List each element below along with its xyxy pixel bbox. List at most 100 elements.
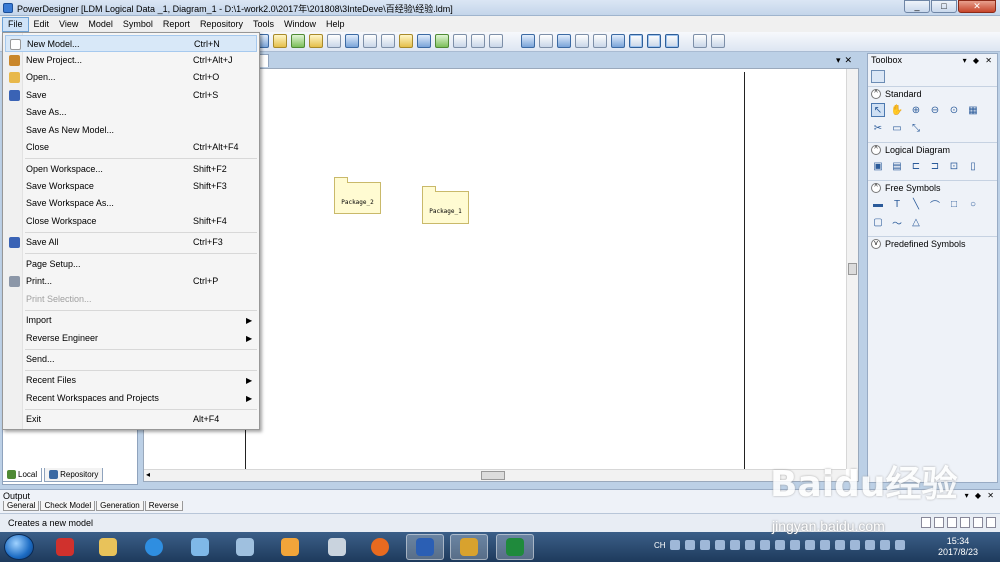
- menu-item-recent-workspaces[interactable]: Recent Workspaces and Projects ▶: [5, 390, 257, 407]
- taskbar-app[interactable]: [271, 534, 309, 560]
- menu-item-exit[interactable]: Exit Alt+F4: [5, 411, 257, 428]
- menu-item-import[interactable]: Import ▶: [5, 312, 257, 329]
- tray-icon[interactable]: [670, 540, 680, 550]
- grabber-icon[interactable]: ✋: [890, 103, 904, 117]
- tray-icon[interactable]: [820, 540, 830, 550]
- menu-item-close-workspace[interactable]: Close Workspace Shift+F4: [5, 213, 257, 230]
- menu-repository[interactable]: Repository: [195, 17, 248, 32]
- taskbar-app[interactable]: [318, 534, 356, 560]
- taskbar-app[interactable]: [181, 534, 219, 560]
- menu-item-new-model[interactable]: New Model... Ctrl+N: [5, 35, 257, 52]
- toolbar-icon[interactable]: [647, 34, 661, 48]
- menu-item-save-workspace-as[interactable]: Save Workspace As...: [5, 195, 257, 212]
- taskbar-app[interactable]: [226, 534, 264, 560]
- start-button[interactable]: [4, 534, 34, 560]
- volume-icon[interactable]: [895, 540, 905, 550]
- menu-symbol[interactable]: Symbol: [118, 17, 158, 32]
- toolbar-icon[interactable]: [593, 34, 607, 48]
- line-icon[interactable]: ╲: [909, 197, 923, 211]
- text-icon[interactable]: T: [890, 197, 904, 211]
- pencil-icon[interactable]: [399, 34, 413, 48]
- tray-icon[interactable]: [715, 540, 725, 550]
- horizontal-scrollbar[interactable]: ◂: [144, 469, 846, 481]
- menu-edit[interactable]: Edit: [29, 17, 55, 32]
- toolbar-icon[interactable]: [453, 34, 467, 48]
- language-indicator[interactable]: CH: [654, 541, 666, 550]
- toolbar-icon[interactable]: [273, 34, 287, 48]
- toolbar-icon[interactable]: [629, 34, 643, 48]
- ime-icon[interactable]: [973, 517, 983, 528]
- taskbar-app[interactable]: [496, 534, 534, 560]
- taskbar-app[interactable]: [135, 534, 173, 560]
- maximize-button[interactable]: □: [931, 0, 957, 13]
- tab-local[interactable]: Local: [2, 468, 43, 482]
- package-icon[interactable]: ▣: [871, 159, 885, 173]
- toolbar-icon[interactable]: [521, 34, 535, 48]
- taskbar-app[interactable]: [406, 534, 444, 560]
- tray-icon[interactable]: [850, 540, 860, 550]
- menu-item-save-workspace[interactable]: Save Workspace Shift+F3: [5, 178, 257, 195]
- menu-item-save-all[interactable]: Save All Ctrl+F3: [5, 234, 257, 251]
- polyline-icon[interactable]: 〜: [890, 215, 904, 230]
- menu-item-reverse-engineer[interactable]: Reverse Engineer ▶: [5, 330, 257, 347]
- tab-repository[interactable]: Repository: [44, 468, 104, 482]
- polygon-icon[interactable]: △: [909, 215, 923, 229]
- tray-icon[interactable]: [775, 540, 785, 550]
- menu-file[interactable]: File: [2, 16, 29, 32]
- tab-generation[interactable]: Generation: [96, 501, 144, 511]
- menu-help[interactable]: Help: [321, 17, 350, 32]
- tab-reverse[interactable]: Reverse: [144, 501, 183, 511]
- menu-item-save-as[interactable]: Save As...: [5, 104, 257, 121]
- network-icon[interactable]: [880, 540, 890, 550]
- entity-icon[interactable]: ▤: [890, 159, 904, 173]
- output-controls[interactable]: ▾ ◆ ✕: [965, 491, 996, 500]
- scroll-left-arrow[interactable]: ◂: [146, 470, 150, 479]
- print-preview-icon[interactable]: [693, 34, 707, 48]
- pointer-icon[interactable]: ↖: [871, 103, 885, 117]
- menu-view[interactable]: View: [54, 17, 83, 32]
- taskbar-clock[interactable]: 15:34 2017/8/23: [938, 536, 978, 558]
- section-header[interactable]: v Predefined Symbols: [868, 237, 997, 251]
- vertical-scrollbar[interactable]: [846, 69, 858, 469]
- toolbar-icon[interactable]: [417, 34, 431, 48]
- menu-model[interactable]: Model: [83, 17, 118, 32]
- ellipse-icon[interactable]: ○: [966, 197, 980, 211]
- arc-icon[interactable]: ⌒: [928, 197, 942, 212]
- menu-item-open-workspace[interactable]: Open Workspace... Shift+F2: [5, 161, 257, 178]
- package-symbol[interactable]: Package_1: [422, 186, 469, 224]
- ime-icon[interactable]: [986, 517, 996, 528]
- menu-tools[interactable]: Tools: [248, 17, 279, 32]
- diagram-window-controls[interactable]: ▾✕: [836, 55, 856, 66]
- section-header[interactable]: ^ Standard: [868, 87, 997, 101]
- menu-item-close[interactable]: Close Ctrl+Alt+F4: [5, 139, 257, 156]
- close-button[interactable]: ✕: [958, 0, 996, 13]
- package-symbol[interactable]: Package_2: [334, 177, 381, 214]
- tray-icon[interactable]: [730, 540, 740, 550]
- toolbar-icon[interactable]: [575, 34, 589, 48]
- tray-icon[interactable]: [805, 540, 815, 550]
- text-a-icon[interactable]: [435, 34, 449, 48]
- association-icon[interactable]: ⊡: [947, 159, 961, 173]
- taskbar-app[interactable]: [361, 534, 399, 560]
- rectangle-icon[interactable]: □: [947, 197, 961, 211]
- tray-icon[interactable]: [865, 540, 875, 550]
- menu-report[interactable]: Report: [158, 17, 195, 32]
- toolbar-icon[interactable]: [665, 34, 679, 48]
- scroll-thumb[interactable]: [848, 263, 857, 275]
- tray-icon[interactable]: [700, 540, 710, 550]
- undo-icon[interactable]: [471, 34, 485, 48]
- ime-icon[interactable]: [947, 517, 957, 528]
- toolbar-icon[interactable]: [309, 34, 323, 48]
- menu-item-new-project[interactable]: New Project... Ctrl+Alt+J: [5, 52, 257, 69]
- list-view-icon[interactable]: [888, 70, 902, 83]
- menu-item-save-as-new-model[interactable]: Save As New Model...: [5, 122, 257, 139]
- tray-icon[interactable]: [790, 540, 800, 550]
- menu-window[interactable]: Window: [279, 17, 321, 32]
- grid-view-icon[interactable]: [871, 70, 885, 83]
- open-diagram-icon[interactable]: ⊙: [947, 103, 961, 117]
- ime-icon[interactable]: [921, 517, 931, 528]
- zoom-in-icon[interactable]: ⊕: [909, 103, 923, 117]
- taskbar-app[interactable]: [89, 534, 127, 560]
- inheritance-icon[interactable]: ⊐: [928, 159, 942, 173]
- package-icon[interactable]: ▭: [890, 121, 904, 135]
